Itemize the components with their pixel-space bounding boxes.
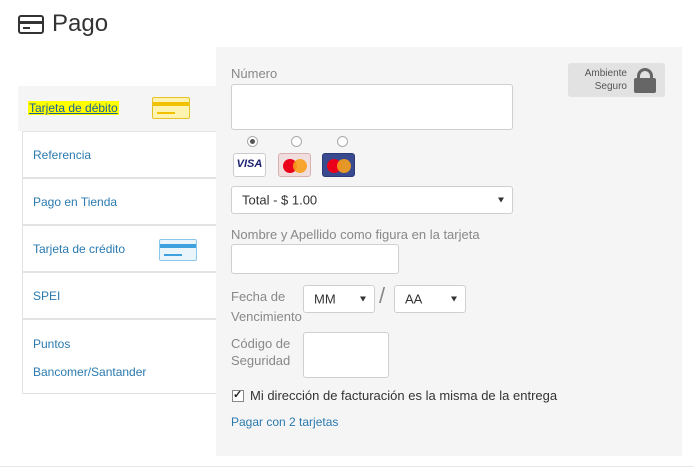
sidebar-item-referencia[interactable]: Referencia — [22, 131, 216, 178]
page-title-text: Pago — [52, 10, 109, 37]
credit-card-icon — [159, 239, 197, 261]
security-code-input[interactable] — [303, 332, 389, 378]
chevron-down-icon — [360, 296, 366, 302]
numero-label: Número — [231, 66, 278, 81]
expiry-label-line1: Fecha de — [231, 289, 286, 304]
name-label: Nombre y Apellido como figura en la tarj… — [231, 227, 480, 242]
brand-radio-mastercard[interactable] — [291, 136, 302, 147]
sidebar-item-label: Referencia — [33, 148, 92, 162]
mastercard-dark-logo — [322, 153, 355, 177]
brand-radio-mastercard-2[interactable] — [337, 136, 348, 147]
sidebar-item-label: Tarjeta de crédito — [33, 242, 126, 256]
sidebar-item-label: Tarjeta de débito — [28, 101, 119, 115]
month-select-value: MM — [314, 291, 336, 307]
chevron-down-icon — [498, 197, 504, 203]
brand-radio-visa[interactable] — [247, 136, 258, 147]
total-select-value: Total - $ 1.00 — [242, 192, 318, 208]
lock-icon — [634, 68, 656, 93]
sidebar-item-label: Puntos — [33, 337, 71, 351]
pay-with-two-cards-link[interactable]: Pagar con 2 tarjetas — [231, 415, 338, 429]
sidebar-item-label: Bancomer/Santander — [33, 365, 147, 379]
expiry-month-select[interactable]: MM — [303, 285, 375, 313]
page-title: Pago — [18, 10, 108, 38]
total-select[interactable]: Total - $ 1.00 — [231, 186, 513, 214]
sidebar-item-pago-en-tienda[interactable]: Pago en Tienda — [22, 178, 216, 225]
billing-same-label: Mi dirección de facturación es la misma … — [250, 388, 558, 403]
sidebar-item-label: SPEI — [33, 289, 61, 303]
card-number-input[interactable] — [231, 84, 513, 130]
sidebar-item-label: Pago en Tienda — [33, 195, 118, 209]
cvv-label-line2: Seguridad — [231, 353, 291, 368]
secure-badge-line2: Seguro — [594, 81, 627, 92]
visa-logo: VISA — [233, 153, 266, 177]
cardholder-name-input[interactable] — [231, 244, 399, 274]
divider — [0, 466, 693, 467]
sidebar-item-puntos[interactable]: Puntos Bancomer/Santander — [22, 319, 216, 394]
mastercard-logo — [278, 153, 311, 177]
debit-card-icon — [152, 97, 190, 119]
secure-badge-line1: Ambiente — [584, 68, 627, 79]
sidebar-item-tarjeta-debito[interactable]: Tarjeta de débito — [18, 86, 216, 131]
sidebar-item-tarjeta-credito[interactable]: Tarjeta de crédito — [22, 225, 216, 272]
sidebar-item-spei[interactable]: SPEI — [22, 272, 216, 319]
card-payment-form: Número Ambiente Seguro VISA Total - $ 1.… — [216, 47, 682, 456]
credit-card-icon — [18, 14, 44, 34]
expiry-year-select[interactable]: AA — [394, 285, 466, 313]
year-select-value: AA — [405, 291, 423, 307]
billing-same-checkbox[interactable] — [232, 388, 244, 402]
expiry-label-line2: Vencimiento — [231, 309, 302, 324]
chevron-down-icon — [451, 296, 457, 302]
cvv-label-line1: Código de — [231, 336, 291, 351]
expiry-separator: / — [379, 283, 386, 308]
secure-environment-badge: Ambiente Seguro — [568, 63, 665, 97]
